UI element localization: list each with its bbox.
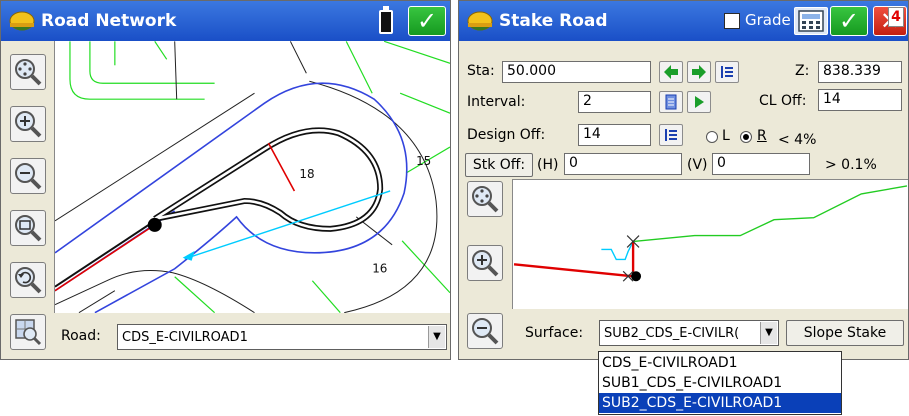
zoom-extents-button[interactable] — [10, 54, 46, 90]
calculator-icon — [798, 10, 824, 32]
horizontal-offset-input[interactable]: 0 — [564, 153, 682, 175]
zoom-window-button[interactable] — [10, 210, 46, 246]
cl-off-label: CL Off: — [759, 93, 807, 109]
right-side-label: R — [757, 128, 767, 144]
battery-icon — [379, 6, 393, 34]
surface-dropdown-list: CDS_E-CIVILROAD1 SUB1_CDS_E-CIVILROAD1 S… — [598, 351, 842, 415]
left-side-label: L — [722, 128, 730, 144]
play-button[interactable] — [687, 91, 711, 113]
road-outline — [55, 82, 408, 313]
helmet-icon — [467, 11, 493, 31]
list-icon — [721, 66, 733, 78]
offset-list-button[interactable] — [659, 124, 683, 146]
left-side-radio[interactable] — [706, 131, 718, 143]
arrow-right-icon — [692, 65, 706, 79]
zoom-previous-button[interactable] — [10, 262, 46, 298]
design-off-label: Design Off: — [467, 127, 546, 143]
z-label: Z: — [795, 63, 810, 79]
alignment-line — [55, 224, 156, 292]
map-view-button[interactable] — [10, 314, 46, 350]
window-title: Road Network — [41, 11, 177, 31]
zoom-out-icon — [472, 318, 499, 345]
zoom-in-button[interactable] — [10, 106, 46, 142]
chevron-down-icon[interactable]: ▼ — [760, 322, 777, 344]
notes-button[interactable] — [659, 91, 683, 113]
zoom-out-button[interactable] — [467, 313, 503, 349]
zoom-window-icon — [15, 215, 42, 242]
interval-input[interactable]: 2 — [578, 91, 651, 113]
station-label-15: 15 — [416, 154, 431, 168]
zoom-in-button[interactable] — [467, 245, 503, 281]
cross-section-view[interactable] — [512, 179, 908, 309]
map-view-icon — [15, 319, 42, 346]
horizontal-label: (H) — [537, 157, 559, 173]
vertical-label: (V) — [687, 157, 708, 173]
right-side-radio[interactable] — [740, 131, 752, 143]
zoom-extents-icon — [15, 59, 42, 86]
station-label-16: 16 — [372, 262, 387, 276]
stake-line — [184, 190, 391, 260]
list-icon — [665, 129, 677, 141]
next-station-button[interactable] — [687, 61, 711, 83]
surface-option[interactable]: SUB1_CDS_E-CIVILROAD1 — [599, 373, 841, 393]
surface-select[interactable]: SUB2_CDS_E-CIVILR( ▼ — [599, 320, 779, 346]
station-label-18: 18 — [299, 167, 314, 181]
design-template-line — [601, 241, 634, 261]
slope-lower-limit: > 0.1% — [825, 157, 877, 173]
page-number-badge[interactable]: 4 — [888, 7, 904, 27]
title-bar: Stake Road Grade ✓ ✕ — [459, 1, 908, 41]
road-select-value: CDS_E-CIVILROAD1 — [122, 330, 248, 345]
surface-select-value: SUB2_CDS_E-CIVILR( — [604, 326, 740, 341]
road-centerline — [55, 127, 384, 288]
design-offset-input[interactable]: 14 — [578, 124, 651, 146]
interval-label: Interval: — [467, 94, 526, 110]
road-select[interactable]: CDS_E-CIVILROAD1 ▼ — [117, 324, 447, 350]
zoom-in-icon — [472, 250, 499, 277]
notes-icon — [665, 94, 677, 110]
surface-label: Surface: — [525, 325, 584, 341]
vertical-offset-input[interactable]: 0 — [712, 153, 810, 175]
ok-button[interactable]: ✓ — [830, 6, 868, 36]
surface-option-selected[interactable]: SUB2_CDS_E-CIVILROAD1 — [599, 393, 841, 413]
cl-offset-input[interactable]: 14 — [818, 89, 902, 111]
arrow-left-icon — [664, 65, 678, 79]
current-position-marker — [631, 271, 642, 282]
station-list-button[interactable] — [715, 61, 739, 83]
sta-label: Sta: — [467, 63, 495, 79]
cut-fill-line — [513, 263, 634, 278]
chevron-down-icon[interactable]: ▼ — [428, 326, 445, 348]
map-toolbar — [1, 41, 53, 359]
zoom-extents-icon — [472, 186, 499, 213]
red-offset-line — [267, 142, 296, 192]
previous-station-button[interactable] — [659, 61, 683, 83]
zoom-previous-icon — [15, 267, 42, 294]
zoom-in-icon — [15, 111, 42, 138]
play-icon — [695, 96, 704, 108]
elevation-input[interactable]: 838.339 — [818, 61, 902, 83]
current-position-marker — [147, 217, 162, 232]
parcel-lines — [69, 41, 450, 313]
road-network-window: Road Network ✓ 18 15 16 Road: CDS_E-CIVI… — [0, 0, 451, 360]
calculator-button[interactable] — [794, 7, 828, 35]
zoom-extents-button[interactable] — [467, 181, 503, 217]
ok-button[interactable]: ✓ — [408, 6, 446, 36]
surface-option[interactable]: CDS_E-CIVILROAD1 — [599, 353, 841, 373]
road-network-map[interactable]: 18 15 16 — [54, 41, 450, 313]
stake-offset-button[interactable]: Stk Off: — [465, 153, 533, 177]
zoom-out-button[interactable] — [10, 158, 46, 194]
grade-label: Grade — [745, 11, 791, 29]
slope-upper-limit: < 4% — [778, 132, 817, 148]
station-input[interactable]: 50.000 — [502, 61, 651, 83]
stake-road-window: Stake Road Grade ✓ ✕ Sta: 50.000 Z: 838.… — [458, 0, 909, 360]
helmet-icon — [9, 11, 35, 31]
grade-checkbox[interactable] — [724, 13, 740, 29]
window-title: Stake Road — [499, 11, 608, 31]
slope-stake-button[interactable]: Slope Stake — [786, 320, 904, 346]
road-label: Road: — [61, 328, 101, 344]
title-bar: Road Network ✓ — [1, 1, 450, 41]
surface-profile-line — [633, 185, 908, 243]
direction-arrow — [182, 250, 195, 261]
zoom-out-icon — [15, 163, 42, 190]
